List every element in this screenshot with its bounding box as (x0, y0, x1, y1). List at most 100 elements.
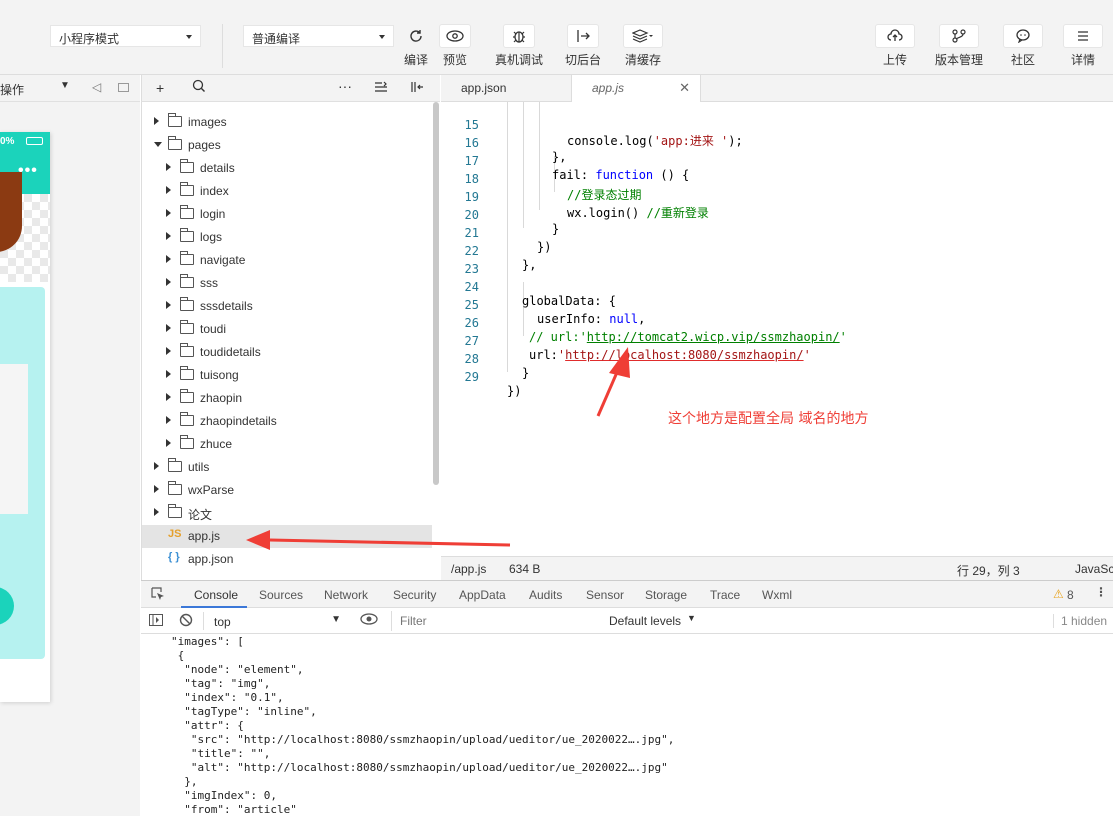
status-position[interactable]: 行 29，列 3 (957, 562, 1020, 579)
preview-button[interactable]: 预览 (425, 24, 485, 68)
tree-item-label: zhuce (200, 437, 233, 451)
filetree-scrollbar[interactable] (433, 102, 439, 485)
tree-item-label: pages (188, 138, 221, 152)
tab-trace[interactable]: Trace (710, 588, 740, 602)
log-levels-select[interactable]: Default levels (609, 614, 681, 628)
tab-wxml[interactable]: Wxml (762, 588, 792, 602)
tab-network[interactable]: Network (324, 588, 368, 602)
tree-item-label: toudidetails (200, 345, 261, 359)
chevron-right-icon[interactable] (154, 508, 159, 516)
status-language[interactable]: JavaSc (1075, 562, 1113, 576)
tab-console[interactable]: Console (194, 588, 238, 602)
bug-icon (503, 24, 535, 48)
speaker-icon[interactable]: ◁ (92, 80, 101, 94)
tree-item-folder[interactable]: 论文 (142, 502, 432, 525)
tree-item-folder[interactable]: zhaopin (142, 387, 432, 410)
mode-select[interactable]: 小程序模式 (50, 25, 201, 47)
details-button[interactable]: 详情 (1053, 24, 1113, 68)
tree-item-folder[interactable]: logs (142, 226, 432, 249)
clear-console-icon[interactable] (179, 613, 193, 630)
tree-item-folder[interactable]: zhuce (142, 433, 432, 456)
code-editor[interactable]: 15 console.log('app:进来 '); 16 }, 17 fail… (441, 102, 1113, 556)
warning-count[interactable]: 8 (1067, 588, 1074, 602)
tree-item-file[interactable]: JS app.js (142, 525, 432, 548)
chevron-down-icon (379, 35, 385, 39)
chevron-right-icon[interactable] (166, 163, 171, 171)
chevron-right-icon[interactable] (166, 347, 171, 355)
remote-debug-button[interactable]: 真机调试 (489, 24, 549, 68)
chevron-right-icon[interactable] (166, 186, 171, 194)
tab-appdata[interactable]: AppData (459, 588, 506, 602)
background-button[interactable]: 切后台 (553, 24, 613, 68)
chevron-right-icon[interactable] (166, 393, 171, 401)
tree-item-folder[interactable]: sssdetails (142, 295, 432, 318)
sidebar-toggle-icon[interactable] (149, 614, 163, 629)
chevron-right-icon[interactable] (166, 324, 171, 332)
chevron-down-icon[interactable]: ▼ (60, 80, 70, 91)
tree-item-label: sssdetails (200, 299, 253, 313)
more-icon[interactable]: ··· (338, 78, 352, 94)
clear-cache-button[interactable]: 清缓存 (613, 24, 673, 68)
tree-item-folder[interactable]: tuisong (142, 364, 432, 387)
warning-icon[interactable]: ⚠ (1053, 587, 1064, 601)
tree-item-label: navigate (200, 253, 246, 267)
folder-icon (168, 458, 182, 472)
chevron-down-icon[interactable]: ▼ (687, 613, 696, 623)
tab-sensor[interactable]: Sensor (586, 588, 624, 602)
chevron-right-icon[interactable] (154, 485, 159, 493)
phone-screen[interactable]: 0% ••• (0, 132, 50, 702)
tree-item-folder[interactable]: pages (142, 134, 432, 157)
battery-icon (26, 137, 43, 145)
tree-item-folder[interactable]: toudidetails (142, 341, 432, 364)
close-icon[interactable]: ✕ (679, 80, 690, 96)
console-line: "title": "", (171, 747, 271, 760)
chevron-down-icon[interactable] (154, 142, 162, 147)
tab-sources[interactable]: Sources (259, 588, 303, 602)
console-output[interactable]: "images": [ { "node": "element", "tag": … (141, 634, 1113, 816)
collapse-icon[interactable] (374, 80, 388, 96)
version-button[interactable]: 版本管理 (929, 24, 989, 68)
tree-item-folder[interactable]: zhaopindetails (142, 410, 432, 433)
tree-item-folder[interactable]: navigate (142, 249, 432, 272)
tab-audits[interactable]: Audits (529, 588, 562, 602)
chevron-right-icon[interactable] (166, 301, 171, 309)
inspect-icon[interactable] (151, 587, 165, 604)
upload-button[interactable]: 上传 (865, 24, 925, 68)
tab-app-json[interactable]: app.json (441, 75, 581, 102)
code-line: 24 globalData: { (441, 266, 1113, 308)
tree-item-folder[interactable]: login (142, 203, 432, 226)
window-icon[interactable] (118, 83, 129, 92)
search-icon[interactable] (192, 79, 206, 96)
context-select[interactable]: top ▼ (203, 612, 345, 630)
tab-app-js[interactable]: app.js ✕ (571, 75, 701, 102)
community-button[interactable]: 社区 (993, 24, 1053, 68)
chevron-right-icon[interactable] (166, 439, 171, 447)
tree-item-folder[interactable]: details (142, 157, 432, 180)
console-filter-input[interactable] (391, 611, 601, 631)
chevron-right-icon[interactable] (166, 278, 171, 286)
chevron-right-icon[interactable] (166, 209, 171, 217)
chevron-right-icon[interactable] (154, 462, 159, 470)
eye-icon[interactable] (360, 613, 378, 628)
chevron-right-icon[interactable] (154, 117, 159, 125)
add-icon[interactable]: + (156, 80, 164, 96)
chevron-right-icon[interactable] (166, 255, 171, 263)
tree-item-folder[interactable]: wxParse (142, 479, 432, 502)
compile-select[interactable]: 普通编译 (243, 25, 394, 47)
kebab-menu-icon[interactable]: ⋮ (1095, 585, 1107, 599)
tab-security[interactable]: Security (393, 588, 436, 602)
code-line: 18 //登录态过期 (441, 158, 1113, 202)
simulator-operation-select[interactable]: 操作 (0, 81, 24, 98)
tree-item-folder[interactable]: index (142, 180, 432, 203)
tree-item-file[interactable]: { } app.json (142, 548, 432, 571)
simulator-area: 0% ••• (0, 102, 140, 816)
tree-item-folder[interactable]: toudi (142, 318, 432, 341)
chevron-right-icon[interactable] (166, 370, 171, 378)
chevron-right-icon[interactable] (166, 232, 171, 240)
layout-icon[interactable] (410, 80, 424, 96)
tab-storage[interactable]: Storage (645, 588, 687, 602)
tree-item-folder[interactable]: utils (142, 456, 432, 479)
chevron-right-icon[interactable] (166, 416, 171, 424)
tree-item-folder[interactable]: images (142, 111, 432, 134)
tree-item-folder[interactable]: sss (142, 272, 432, 295)
